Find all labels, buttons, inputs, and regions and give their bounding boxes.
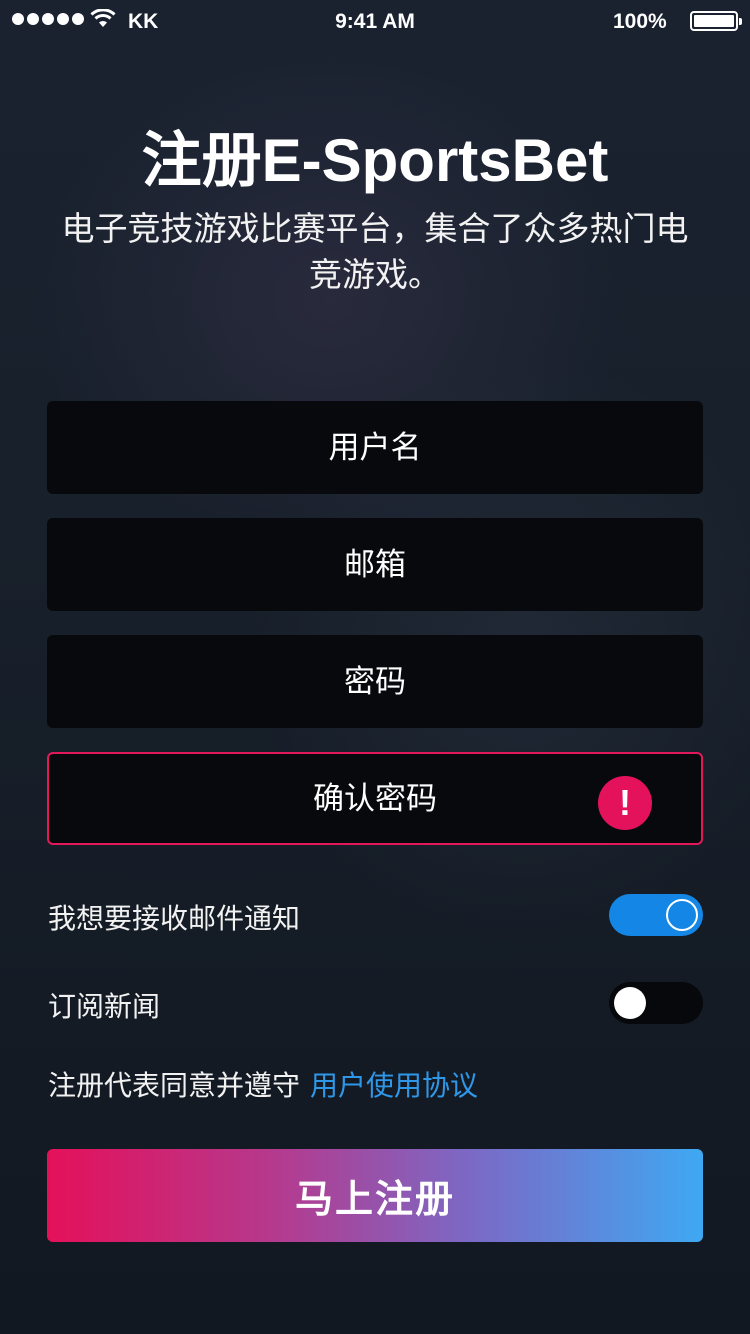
page-title: 注册E-SportsBet [141,127,609,194]
agreement-row: 注册代表同意并遵守 用户使用协议 [48,1064,478,1104]
username-field[interactable] [47,401,703,494]
confirm-password-field[interactable]: ! [47,752,703,845]
error-alert-icon: ! [598,776,652,830]
toggle-knob [666,899,698,931]
email-field[interactable] [47,518,703,611]
toggle-knob [614,987,646,1019]
page-subtitle: 电子竞技游戏比赛平台，集合了众多热门电竞游戏。 [61,209,689,294]
user-agreement-link[interactable]: 用户使用协议 [310,1069,478,1102]
newsletter-label: 订阅新闻 [48,990,161,1023]
register-button[interactable]: 马上注册 [47,1149,703,1242]
email-notify-toggle[interactable] [609,894,703,936]
username-input[interactable] [47,401,703,494]
newsletter-toggle[interactable] [609,982,703,1024]
email-notify-label: 我想要接收邮件通知 [48,902,301,935]
battery-icon [690,11,742,31]
password-field[interactable] [47,635,703,728]
status-bar: KK 9:41 AM 100% [0,0,750,40]
email-input[interactable] [47,518,703,611]
agreement-text: 注册代表同意并遵守 [48,1069,301,1102]
battery-percentage: 100% [613,10,667,33]
password-input[interactable] [47,635,703,728]
